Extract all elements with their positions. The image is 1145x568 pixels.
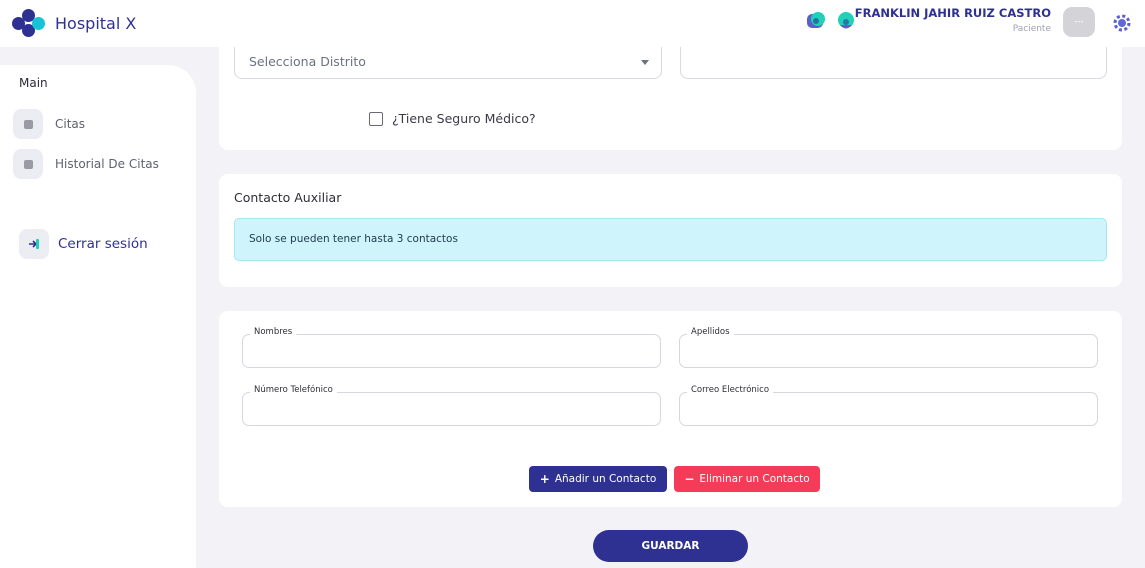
email-input[interactable]: [680, 393, 1097, 425]
minus-icon: −: [684, 472, 695, 486]
logout-label: Cerrar sesión: [58, 236, 148, 252]
last-name-input[interactable]: [680, 335, 1097, 367]
top-header: Hospital X FRANKLIN JAHIR RUIZ CASTRO Pa…: [0, 0, 1145, 47]
sidebar-item-label: Citas: [55, 117, 86, 131]
info-alert: Solo se pueden tener hasta 3 contactos: [234, 218, 1107, 261]
sidebar-item-citas[interactable]: Citas: [13, 109, 85, 139]
logout-button[interactable]: Cerrar sesión: [19, 229, 148, 259]
app-logo[interactable]: Hospital X: [12, 9, 136, 37]
app-title: Hospital X: [55, 13, 137, 33]
form-field-input[interactable]: [680, 47, 1107, 79]
remove-contact-label: Eliminar un Contacto: [699, 473, 810, 485]
alert-text: Solo se pueden tener hasta 3 contactos: [249, 233, 458, 245]
sidebar-item-label: Historial De Citas: [55, 157, 159, 171]
calendar-icon: [13, 109, 43, 139]
avatar-placeholder: ---: [1074, 17, 1084, 27]
contact-form-card: Nombres Apellidos Número Telefónico Corr…: [219, 311, 1122, 507]
first-name-field[interactable]: Nombres: [242, 327, 661, 368]
add-contact-label: Añadir un Contacto: [554, 473, 657, 485]
sidebar-section-title: Main: [19, 76, 48, 90]
district-select-placeholder: Selecciona Distrito: [249, 54, 366, 69]
last-name-field[interactable]: Apellidos: [679, 327, 1098, 368]
district-select[interactable]: Selecciona Distrito: [234, 47, 662, 79]
insurance-checkbox[interactable]: [369, 111, 383, 126]
notification-icon[interactable]: [835, 10, 857, 32]
remove-contact-button[interactable]: − Eliminar un Contacto: [674, 466, 820, 492]
settings-icon[interactable]: [1113, 14, 1131, 32]
chat-icon[interactable]: [805, 10, 827, 32]
avatar[interactable]: ---: [1063, 7, 1095, 37]
plus-icon: +: [539, 472, 550, 486]
hospital-logo-icon: [12, 9, 46, 37]
email-field[interactable]: Correo Electrónico: [679, 385, 1098, 426]
add-contact-button[interactable]: + Añadir un Contacto: [529, 466, 667, 492]
logout-icon: [19, 229, 49, 259]
first-name-input[interactable]: [243, 335, 660, 367]
user-name: FRANKLIN JAHIR RUIZ CASTRO: [854, 6, 1051, 20]
sidebar-panel: Main Citas Historial De Citas Cerrar ses…: [0, 65, 196, 568]
insurance-checkbox-label: ¿Tiene Seguro Médico?: [392, 111, 536, 126]
phone-field[interactable]: Número Telefónico: [242, 385, 661, 426]
insurance-checkbox-row[interactable]: ¿Tiene Seguro Médico?: [369, 111, 536, 126]
chevron-down-icon: [641, 60, 649, 65]
aux-contact-card: Contacto Auxiliar Solo se pueden tener h…: [219, 174, 1122, 287]
save-button[interactable]: GUARDAR: [593, 530, 748, 562]
patient-form-card: Selecciona Distrito ¿Tiene Seguro Médico…: [219, 47, 1122, 150]
section-title: Contacto Auxiliar: [234, 190, 342, 205]
history-icon: [13, 149, 43, 179]
phone-input[interactable]: [243, 393, 660, 425]
sidebar: Main Citas Historial De Citas Cerrar ses…: [0, 47, 196, 568]
sidebar-item-historial[interactable]: Historial De Citas: [13, 149, 159, 179]
user-role: Paciente: [1012, 24, 1051, 34]
